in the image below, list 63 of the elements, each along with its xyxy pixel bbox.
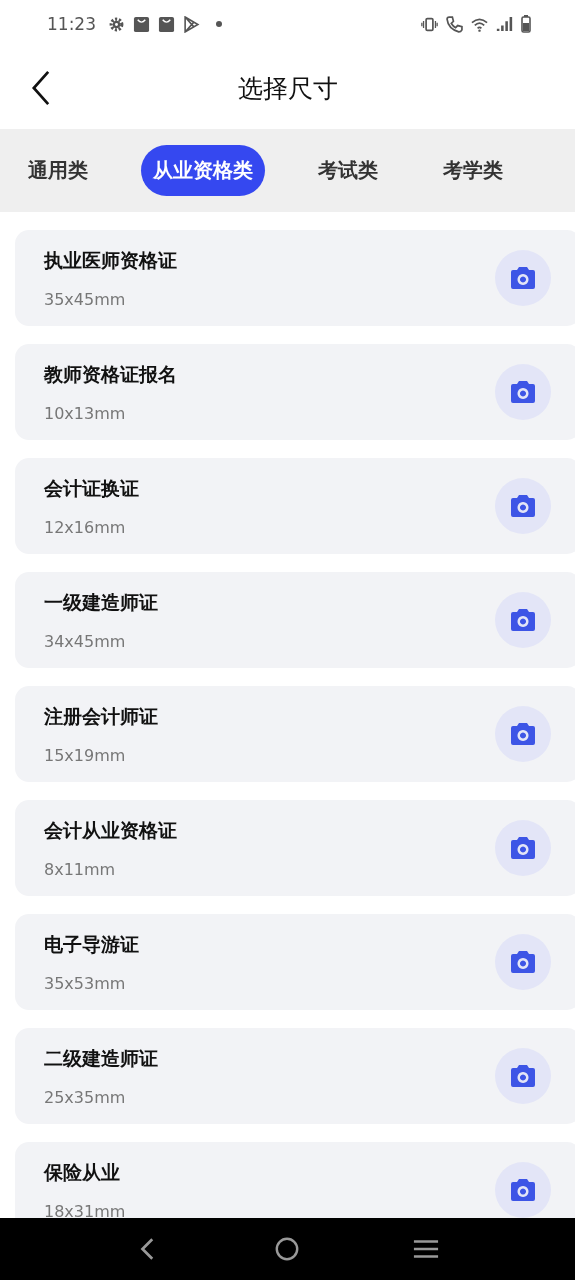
size-card[interactable]: 注册会计师证 15x19mm [15,686,575,782]
item-name: 会计从业资格证 [44,817,178,843]
camera-icon [509,1064,537,1088]
item-size: 25x35mm [44,1087,127,1107]
home-icon[interactable] [274,1236,301,1262]
status-time: 11:23 [47,14,96,34]
back-icon[interactable] [30,70,52,106]
bag-icon [133,15,150,33]
item-name: 注册会计师证 [44,703,159,729]
camera-icon [509,1178,537,1202]
size-card[interactable]: 一级建造师证 34x45mm [15,572,575,668]
item-name: 电子导游证 [44,931,140,957]
play-icon [183,15,200,33]
size-card[interactable]: 会计从业资格证 8x11mm [15,800,575,896]
camera-button[interactable] [495,478,551,534]
size-card[interactable]: 电子导游证 35x53mm [15,914,575,1010]
item-size: 34x45mm [44,631,127,651]
camera-button[interactable] [495,934,551,990]
item-size: 10x13mm [44,403,127,423]
size-card[interactable]: 执业医师资格证 35x45mm [15,230,575,326]
item-name: 保险从业 [44,1159,121,1185]
item-name: 二级建造师证 [44,1045,159,1071]
item-name: 教师资格证报名 [44,361,178,387]
camera-icon [509,380,537,404]
camera-button[interactable] [495,706,551,762]
signal-icon [496,15,513,33]
item-name: 会计证换证 [44,475,140,501]
camera-button[interactable] [495,250,551,306]
item-size: 35x53mm [44,973,127,993]
vibrate-icon [421,15,438,33]
camera-icon [509,608,537,632]
item-name: 执业医师资格证 [44,247,178,273]
size-card[interactable]: 会计证换证 12x16mm [15,458,575,554]
battery-icon [521,15,531,33]
wifi-icon [471,15,488,33]
gear-icon [108,15,125,33]
camera-button[interactable] [495,1048,551,1104]
item-size: 8x11mm [44,859,117,879]
size-card[interactable]: 保险从业 18x31mm [15,1142,575,1218]
phone-icon [446,15,463,33]
camera-icon [509,950,537,974]
bag-icon [158,15,175,33]
item-size: 12x16mm [44,517,127,537]
item-size: 15x19mm [44,745,127,765]
category-tab[interactable]: 从业资格类 [141,145,265,196]
size-card[interactable]: 二级建造师证 25x35mm [15,1028,575,1124]
category-tab[interactable]: 通用类 [16,145,100,196]
size-card[interactable]: 教师资格证报名 10x13mm [15,344,575,440]
item-name: 一级建造师证 [44,589,159,615]
camera-icon [509,722,537,746]
item-size: 35x45mm [44,289,127,309]
category-tab[interactable]: 考学类 [431,145,515,196]
camera-icon [509,494,537,518]
camera-icon [509,836,537,860]
page-title: 选择尺寸 [237,73,338,105]
camera-button[interactable] [495,1162,551,1218]
category-tab[interactable]: 考试类 [306,145,390,196]
camera-button[interactable] [495,364,551,420]
camera-icon [509,266,537,290]
dot-icon [216,21,222,27]
item-size: 18x31mm [44,1201,127,1218]
camera-button[interactable] [495,820,551,876]
camera-button[interactable] [495,592,551,648]
